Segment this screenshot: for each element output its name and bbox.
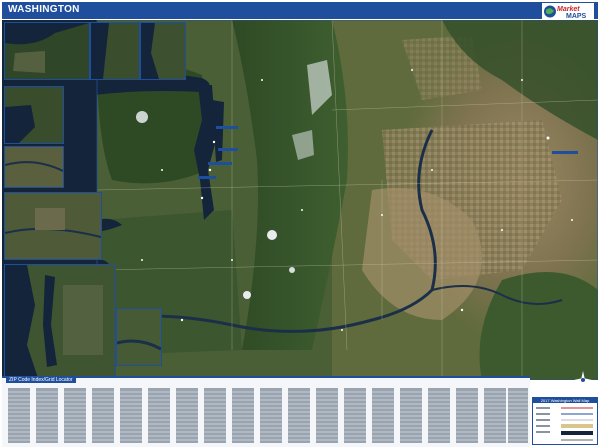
inset-seattle-terrain — [5, 265, 115, 380]
inset-vancouver-terrain — [117, 309, 161, 365]
inset-map-everett[interactable] — [140, 22, 186, 80]
inset-spokane-terrain — [5, 193, 101, 259]
inset-map-mount-vernon[interactable] — [90, 22, 140, 80]
map-legend: 2017 Washington Wall Map — [532, 397, 598, 445]
compass-rose-icon — [574, 371, 592, 389]
map-poster: WASHINGTON Market MAPS ZIP Code Index/Gr… — [0, 0, 600, 447]
inset-mount-vernon-terrain — [91, 23, 139, 79]
title-bar: WASHINGTON Market MAPS — [2, 2, 598, 21]
satellite-map[interactable] — [2, 20, 598, 380]
inset-map-olympia[interactable] — [4, 86, 64, 144]
svg-text:MAPS: MAPS — [566, 13, 587, 20]
map-title: WASHINGTON — [8, 4, 80, 15]
inset-map-spokane[interactable] — [4, 192, 102, 260]
logo-graphic: Market MAPS — [542, 3, 594, 20]
inset-map-bellingham[interactable] — [4, 22, 90, 80]
inset-olympia-terrain — [5, 87, 63, 143]
inset-wenatchee-terrain — [5, 147, 63, 187]
legend-title: 2017 Washington Wall Map — [533, 398, 597, 403]
legend-symbols — [536, 407, 593, 441]
market-maps-logo: Market MAPS — [542, 2, 594, 21]
zip-code-index: ZIP Code Index/Grid Locator — [2, 376, 530, 447]
inset-map-vancouver[interactable] — [116, 308, 162, 366]
inset-bellingham-terrain — [5, 23, 89, 79]
inset-map-seattle-tacoma[interactable] — [4, 264, 116, 380]
inset-everett-terrain — [141, 23, 185, 79]
zip-index-columns — [2, 388, 530, 443]
inset-map-wenatchee[interactable] — [4, 146, 64, 188]
svg-text:Market: Market — [557, 6, 580, 13]
